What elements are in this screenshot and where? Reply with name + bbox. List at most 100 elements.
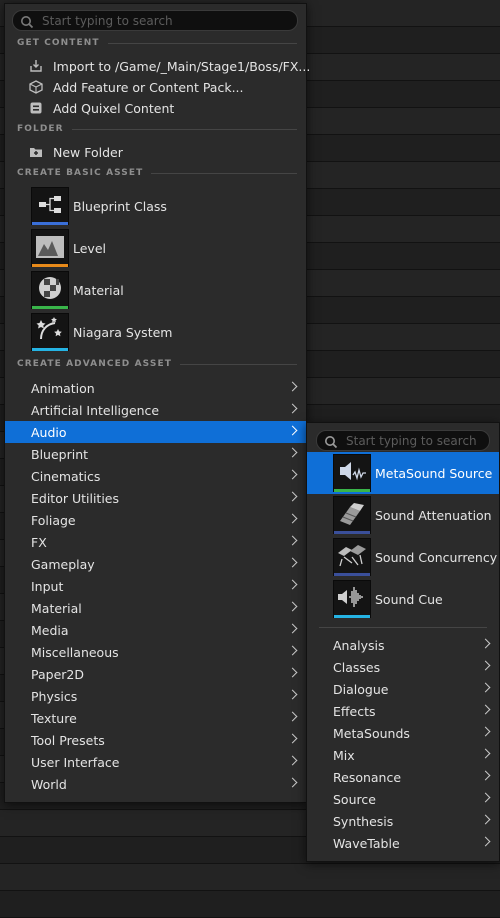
add-quixel-menu-item[interactable]: Add Quixel Content bbox=[29, 98, 174, 118]
level-label: Level bbox=[73, 240, 106, 256]
chevron-right-icon bbox=[480, 814, 491, 825]
sound-attenuation-item[interactable]: Sound Attenuation bbox=[307, 494, 499, 536]
category-animation[interactable]: Animation bbox=[5, 377, 306, 399]
sound-concurrency-label: Sound Concurrency bbox=[375, 549, 498, 565]
category-tool-presets[interactable]: Tool Presets bbox=[5, 729, 306, 751]
category-foliage[interactable]: Foliage bbox=[5, 509, 306, 531]
submenu-search-box[interactable]: Start typing to search bbox=[316, 430, 490, 451]
section-header-advanced-asset: CREATE ADVANCED ASSET bbox=[17, 359, 297, 369]
audio-category-label: Analysis bbox=[333, 637, 385, 653]
submenu-divider bbox=[319, 627, 487, 628]
category-label: Audio bbox=[31, 424, 67, 440]
metasound-source-icon bbox=[333, 454, 371, 492]
sound-attenuation-icon bbox=[333, 496, 371, 534]
audio-category-source[interactable]: Source bbox=[307, 788, 499, 810]
audio-category-label: MetaSounds bbox=[333, 725, 410, 741]
audio-category-label: Source bbox=[333, 791, 376, 807]
level-item[interactable]: Level bbox=[31, 228, 301, 268]
category-audio[interactable]: Audio bbox=[5, 421, 306, 443]
blueprint-class-item[interactable]: Blueprint Class bbox=[31, 186, 301, 226]
chevron-right-icon bbox=[287, 579, 298, 590]
chevron-right-icon bbox=[287, 689, 298, 700]
niagara-system-icon bbox=[31, 313, 69, 351]
category-label: Artificial Intelligence bbox=[31, 402, 160, 418]
category-texture[interactable]: Texture bbox=[5, 707, 306, 729]
material-label: Material bbox=[73, 282, 124, 298]
chevron-right-icon bbox=[480, 682, 491, 693]
search-box[interactable]: Start typing to search bbox=[12, 10, 298, 31]
category-label: Animation bbox=[31, 380, 95, 396]
category-label: Cinematics bbox=[31, 468, 101, 484]
add-feature-menu-item[interactable]: Add Feature or Content Pack... bbox=[29, 77, 244, 97]
chevron-right-icon bbox=[287, 447, 298, 458]
category-cinematics[interactable]: Cinematics bbox=[5, 465, 306, 487]
category-label: Texture bbox=[31, 710, 77, 726]
category-paper2d[interactable]: Paper2D bbox=[5, 663, 306, 685]
search-icon bbox=[324, 434, 338, 448]
category-physics[interactable]: Physics bbox=[5, 685, 306, 707]
category-label: Editor Utilities bbox=[31, 490, 120, 506]
material-item[interactable]: Material bbox=[31, 270, 301, 310]
category-gameplay[interactable]: Gameplay bbox=[5, 553, 306, 575]
category-label: Tool Presets bbox=[31, 732, 105, 748]
audio-submenu: Start typing to search MetaSound Source … bbox=[306, 422, 500, 862]
category-label: Blueprint bbox=[31, 446, 89, 462]
audio-category-analysis[interactable]: Analysis bbox=[307, 634, 499, 656]
chevron-right-icon bbox=[480, 704, 491, 715]
chevron-right-icon bbox=[287, 755, 298, 766]
audio-category-effects[interactable]: Effects bbox=[307, 700, 499, 722]
background-row bbox=[0, 891, 500, 918]
import-menu-item[interactable]: Import to /Game/_Main/Stage1/Boss/FX... bbox=[29, 56, 310, 76]
section-header-get-content: GET CONTENT bbox=[17, 38, 297, 48]
sound-cue-icon bbox=[333, 580, 371, 618]
metasound-source-item[interactable]: MetaSound Source bbox=[307, 452, 499, 494]
content-pack-icon bbox=[29, 80, 43, 94]
audio-category-resonance[interactable]: Resonance bbox=[307, 766, 499, 788]
quixel-icon bbox=[29, 101, 43, 115]
new-folder-menu-item[interactable]: New Folder bbox=[29, 142, 123, 162]
chevron-right-icon bbox=[287, 403, 298, 414]
audio-category-metasounds[interactable]: MetaSounds bbox=[307, 722, 499, 744]
audio-category-label: Dialogue bbox=[333, 681, 389, 697]
category-label: Material bbox=[31, 600, 82, 616]
category-editor-utilities[interactable]: Editor Utilities bbox=[5, 487, 306, 509]
background-row bbox=[0, 864, 500, 891]
chevron-right-icon bbox=[287, 491, 298, 502]
category-label: Miscellaneous bbox=[31, 644, 119, 660]
category-miscellaneous[interactable]: Miscellaneous bbox=[5, 641, 306, 663]
niagara-system-item[interactable]: Niagara System bbox=[31, 312, 301, 352]
add-feature-label: Add Feature or Content Pack... bbox=[53, 79, 244, 95]
audio-category-label: WaveTable bbox=[333, 835, 400, 851]
category-artificial-intelligence[interactable]: Artificial Intelligence bbox=[5, 399, 306, 421]
sound-concurrency-icon bbox=[333, 538, 371, 576]
chevron-right-icon bbox=[287, 711, 298, 722]
category-fx[interactable]: FX bbox=[5, 531, 306, 553]
audio-category-mix[interactable]: Mix bbox=[307, 744, 499, 766]
add-new-context-menu: Start typing to search GET CONTENT Impor… bbox=[4, 3, 310, 803]
audio-category-dialogue[interactable]: Dialogue bbox=[307, 678, 499, 700]
category-user-interface[interactable]: User Interface bbox=[5, 751, 306, 773]
category-media[interactable]: Media bbox=[5, 619, 306, 641]
chevron-right-icon bbox=[287, 513, 298, 524]
category-blueprint[interactable]: Blueprint bbox=[5, 443, 306, 465]
submenu-search-placeholder: Start typing to search bbox=[346, 433, 477, 448]
audio-category-classes[interactable]: Classes bbox=[307, 656, 499, 678]
category-world[interactable]: World bbox=[5, 773, 306, 795]
sound-concurrency-item[interactable]: Sound Concurrency bbox=[307, 536, 499, 578]
chevron-right-icon bbox=[287, 733, 298, 744]
level-icon bbox=[31, 229, 69, 267]
sound-cue-item[interactable]: Sound Cue bbox=[307, 578, 499, 620]
chevron-right-icon bbox=[480, 638, 491, 649]
category-label: Gameplay bbox=[31, 556, 95, 572]
blueprint-class-label: Blueprint Class bbox=[73, 198, 167, 214]
category-material[interactable]: Material bbox=[5, 597, 306, 619]
chevron-right-icon bbox=[287, 667, 298, 678]
section-header-folder: FOLDER bbox=[17, 124, 297, 134]
audio-category-wavetable[interactable]: WaveTable bbox=[307, 832, 499, 854]
chevron-right-icon bbox=[287, 623, 298, 634]
category-label: Paper2D bbox=[31, 666, 84, 682]
category-input[interactable]: Input bbox=[5, 575, 306, 597]
category-label: FX bbox=[31, 534, 47, 550]
audio-category-synthesis[interactable]: Synthesis bbox=[307, 810, 499, 832]
chevron-right-icon bbox=[287, 381, 298, 392]
